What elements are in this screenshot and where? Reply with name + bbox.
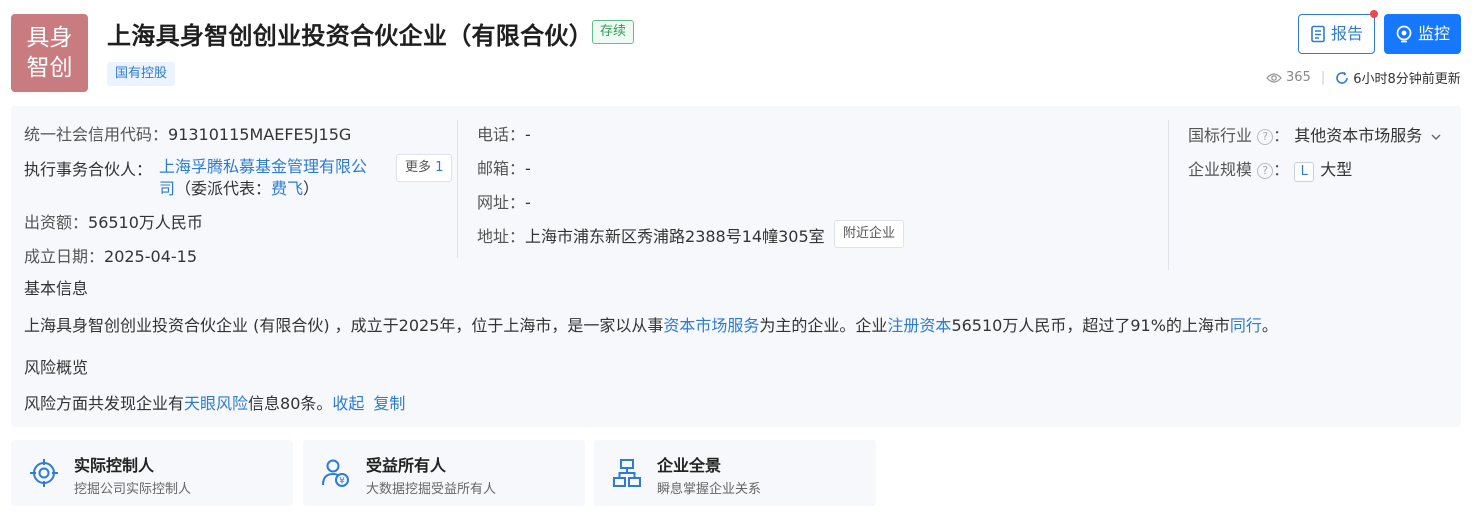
card-title: 企业全景 bbox=[657, 456, 722, 475]
capital-row: 出资额：56510万人民币 bbox=[24, 209, 203, 233]
capital-label: 出资额： bbox=[24, 213, 89, 232]
risk-text-part: 风险方面共发现企业有 bbox=[24, 394, 185, 413]
document-icon bbox=[1311, 25, 1325, 43]
company-logo: 具身 智创 bbox=[11, 14, 88, 92]
date-label: 成立日期： bbox=[24, 247, 105, 266]
location-eye-icon bbox=[1396, 25, 1412, 43]
risk-text-part: 信息80条。 bbox=[248, 394, 333, 413]
basic-info-text: 上海具身智创创业投资合伙企业 (有限合伙) ，成立于2025年，位于上海市，是一… bbox=[24, 312, 1278, 336]
registered-capital-link[interactable]: 注册资本 bbox=[887, 316, 951, 335]
logo-text-line2: 智创 bbox=[26, 55, 73, 81]
scale-row: 企业规模 ?： L 大型 bbox=[1188, 156, 1352, 182]
address-row: 地址：上海市浦东新区秀浦路2388号14幢305室 bbox=[477, 223, 825, 247]
email-label: 邮箱： bbox=[477, 159, 526, 178]
nearby-companies-button[interactable]: 附近企业 bbox=[834, 220, 905, 248]
risk-link[interactable]: 天眼风险 bbox=[184, 394, 248, 413]
date-value: 2025-04-15 bbox=[104, 247, 197, 266]
credit-code-value: 91310115MAEFE5J15G bbox=[168, 125, 352, 144]
copy-link[interactable]: 复制 bbox=[373, 394, 405, 413]
rep-name-link[interactable]: 费飞 bbox=[271, 179, 303, 198]
card-actual-controller[interactable]: 实际控制人 挖掘公司实际控制人 bbox=[11, 440, 293, 506]
logo-text-line1: 具身 bbox=[26, 25, 73, 51]
card-subtitle: 瞬息掌握企业关系 bbox=[657, 482, 762, 497]
capital-value: 56510万人民币 bbox=[88, 213, 203, 232]
partner-name-link-cont[interactable]: 司 bbox=[159, 179, 175, 198]
monitor-button[interactable]: 监控 bbox=[1384, 14, 1461, 54]
basic-text-part: 上海具身智创创业投资合伙企业 (有限合伙) ，成立于2025年，位于上海市，是一… bbox=[24, 316, 664, 335]
peers-link[interactable]: 同行 bbox=[1230, 316, 1262, 335]
column-divider bbox=[457, 120, 458, 258]
card-subtitle: 大数据挖掘受益所有人 bbox=[366, 482, 497, 497]
basic-info-title: 基本信息 bbox=[24, 279, 89, 298]
company-name: 上海具身智创创业投资合伙企业（有限合伙） bbox=[107, 22, 593, 50]
rep-suffix: ） bbox=[303, 179, 320, 198]
card-title: 受益所有人 bbox=[366, 456, 447, 475]
state-owned-tag[interactable]: 国有控股 bbox=[107, 62, 176, 86]
address-value: 上海市浦东新区秀浦路2388号14幢305室 bbox=[525, 227, 825, 246]
risk-overview-title: 风险概览 bbox=[24, 358, 89, 377]
card-subtitle: 挖掘公司实际控制人 bbox=[74, 482, 192, 497]
email-value: - bbox=[525, 159, 531, 178]
notification-dot bbox=[1370, 10, 1378, 18]
view-count: 365 bbox=[1286, 70, 1311, 85]
more-partners-button[interactable]: 更多 1 bbox=[396, 154, 453, 182]
phone-row: 电话：- bbox=[477, 121, 531, 145]
meta-row: 365 | 6小时8分钟前更新 bbox=[1266, 68, 1461, 87]
report-button[interactable]: 报告 bbox=[1298, 14, 1375, 54]
phone-value: - bbox=[525, 125, 531, 144]
scale-badge: L bbox=[1294, 162, 1315, 182]
card-title: 实际控制人 bbox=[74, 456, 155, 475]
email-row: 邮箱：- bbox=[477, 155, 531, 179]
update-time: 6小时8分钟前更新 bbox=[1353, 72, 1461, 87]
industry-link[interactable]: 资本市场服务 bbox=[663, 316, 759, 335]
more-label: 更多 bbox=[405, 160, 432, 175]
credit-code-row: 统一社会信用代码：91310115MAEFE5J15G bbox=[24, 121, 351, 145]
basic-text-part: 56510万人民币，超过了91%的上海市 bbox=[951, 316, 1230, 335]
target-icon bbox=[30, 459, 58, 487]
website-value: - bbox=[525, 193, 531, 212]
partner-name-link[interactable]: 上海孚腾私募基金管理有限公 bbox=[159, 157, 367, 176]
scale-value: 大型 bbox=[1320, 160, 1353, 179]
svg-text:¥: ¥ bbox=[339, 477, 345, 487]
website-label: 网址： bbox=[477, 193, 526, 212]
status-badge: 存续 bbox=[592, 20, 635, 44]
phone-label: 电话： bbox=[477, 125, 526, 144]
column-divider bbox=[1168, 120, 1169, 270]
basic-text-part: 。 bbox=[1261, 316, 1278, 335]
address-label: 地址： bbox=[477, 227, 526, 246]
chevron-down-icon[interactable] bbox=[1431, 133, 1441, 141]
eye-icon bbox=[1266, 72, 1282, 83]
refresh-icon[interactable] bbox=[1335, 71, 1349, 85]
date-row: 成立日期：2025-04-15 bbox=[24, 243, 197, 267]
card-enterprise-panorama[interactable]: 企业全景 瞬息掌握企业关系 bbox=[594, 440, 876, 506]
partner-value: 上海孚腾私募基金管理有限公 司（委派代表：费飞） bbox=[159, 156, 367, 200]
more-count: 1 bbox=[435, 160, 444, 175]
scale-label: 企业规模 bbox=[1188, 160, 1253, 179]
collapse-link[interactable]: 收起 bbox=[332, 394, 364, 413]
monitor-label: 监控 bbox=[1417, 24, 1450, 43]
card-beneficial-owner[interactable]: ¥ 受益所有人 大数据挖掘受益所有人 bbox=[303, 440, 585, 506]
industry-value: 其他资本市场服务 bbox=[1294, 126, 1423, 145]
report-label: 报告 bbox=[1330, 24, 1363, 43]
help-icon[interactable]: ? bbox=[1257, 163, 1274, 179]
risk-overview-text: 风险方面共发现企业有天眼风险信息80条。收起 复制 bbox=[24, 390, 405, 414]
credit-code-label: 统一社会信用代码： bbox=[24, 125, 169, 144]
partner-label: 执行事务合伙人： bbox=[24, 160, 153, 179]
industry-label: 国标行业 bbox=[1188, 126, 1253, 145]
industry-row: 国标行业 ?： 其他资本市场服务 bbox=[1188, 122, 1441, 146]
divider: | bbox=[1320, 70, 1326, 85]
basic-text-part: 为主的企业。企业 bbox=[759, 316, 888, 335]
website-row: 网址：- bbox=[477, 189, 531, 213]
org-chart-icon bbox=[613, 459, 641, 487]
info-panel: 统一社会信用代码：91310115MAEFE5J15G 执行事务合伙人： 上海孚… bbox=[11, 106, 1461, 427]
beneficiary-icon: ¥ bbox=[322, 459, 349, 487]
help-icon[interactable]: ? bbox=[1257, 129, 1274, 145]
rep-prefix: （委派代表： bbox=[175, 179, 272, 198]
